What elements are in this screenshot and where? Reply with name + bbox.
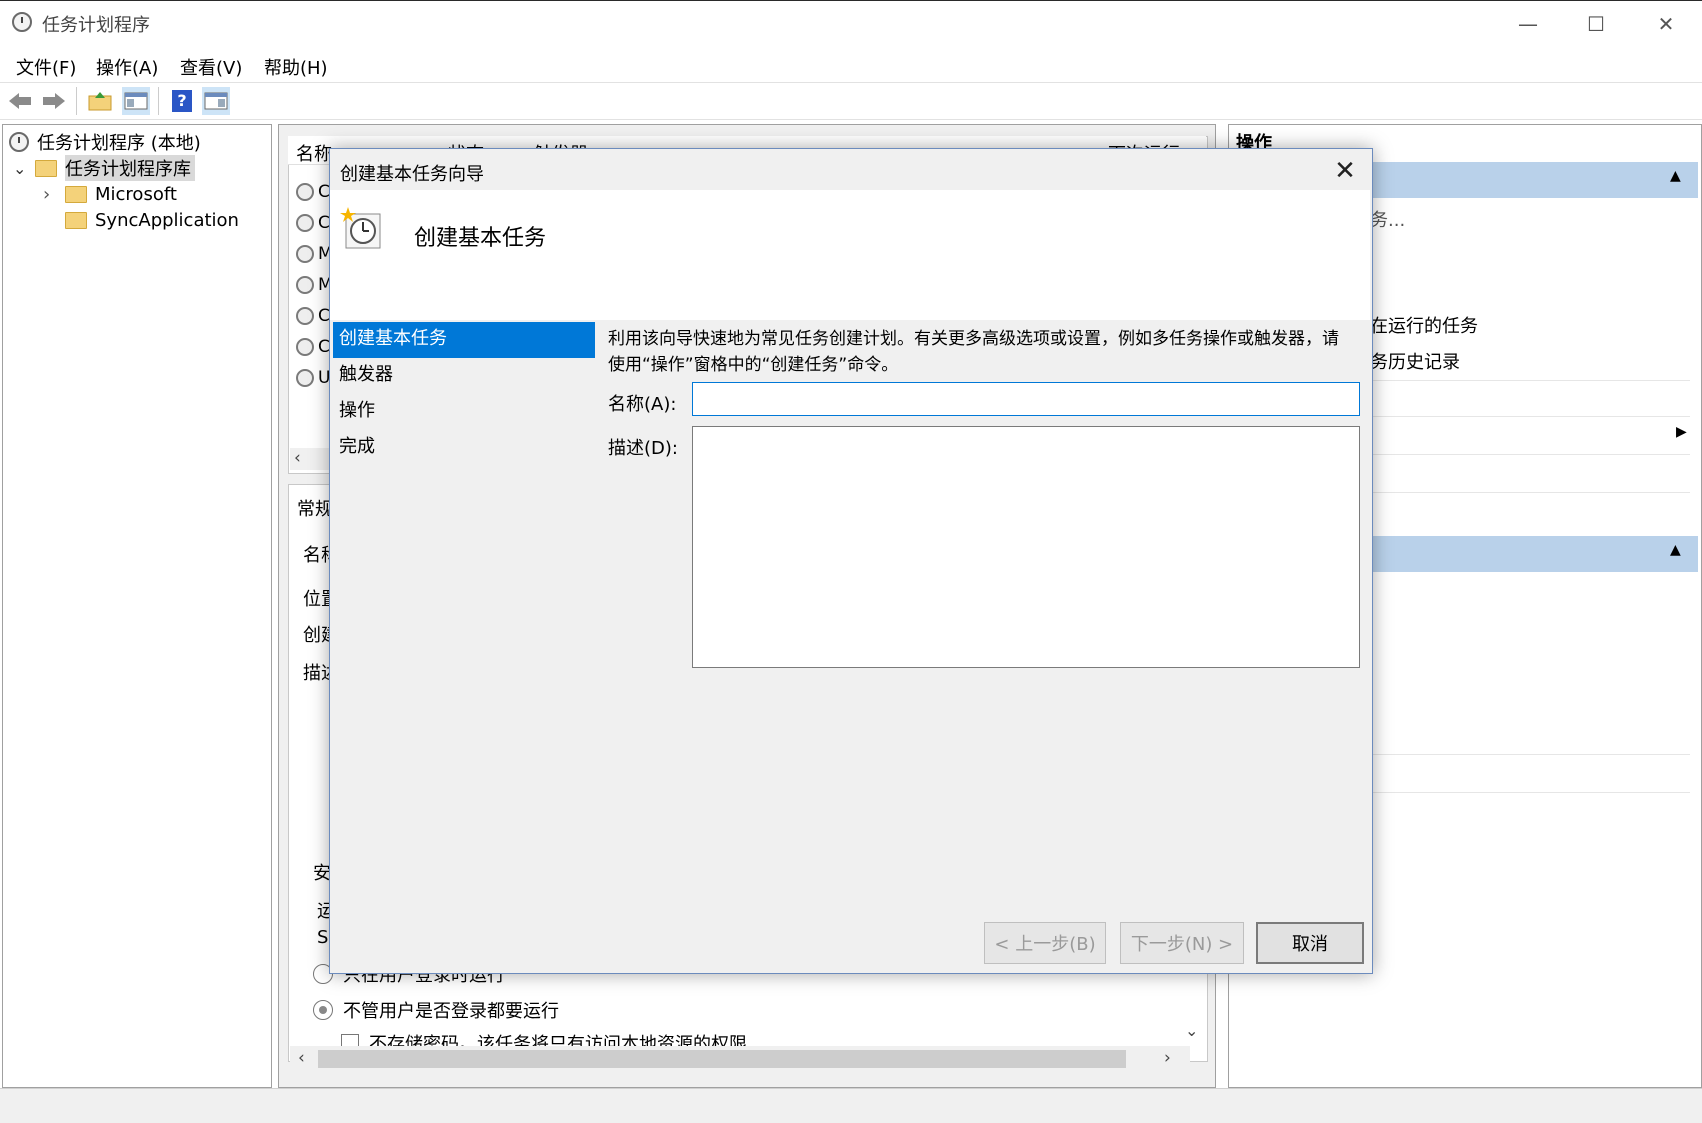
tree-item-syncapplication[interactable]: SyncApplication xyxy=(65,207,239,233)
divider xyxy=(1372,454,1690,455)
scroll-down-icon[interactable]: ⌄ xyxy=(1185,1021,1198,1040)
step-trigger[interactable]: 触发器 xyxy=(333,358,595,394)
toolbar-separator xyxy=(158,87,159,115)
app-clock-icon xyxy=(12,12,32,32)
name-label: 名称(A): xyxy=(608,394,677,415)
task-clock-icon xyxy=(296,337,314,356)
title-bar: 任务计划程序 — ☐ ✕ xyxy=(0,0,1702,47)
maximize-button[interactable]: ☐ xyxy=(1562,1,1630,47)
menu-help[interactable]: 帮助(H) xyxy=(264,54,328,80)
task-clock-icon xyxy=(296,213,314,232)
console-tree-panel: 任务计划程序 (本地) ⌄ 任务计划程序库 › Microsoft SyncAp… xyxy=(2,124,272,1088)
tree-library-label: 任务计划程序库 xyxy=(65,155,195,181)
tree-syncapplication-label: SyncApplication xyxy=(95,209,239,231)
toolbar: ? xyxy=(0,82,1702,120)
dialog-heading: 创建基本任务 xyxy=(414,226,547,251)
scroll-right-icon[interactable]: › xyxy=(1164,1048,1171,1068)
task-clock-icon xyxy=(296,244,314,263)
status-bar xyxy=(0,1088,1702,1123)
tree-item-root[interactable]: 任务计划程序 (本地) xyxy=(9,129,201,155)
dialog-close-button[interactable]: ✕ xyxy=(1330,156,1360,186)
scheduler-clock-icon xyxy=(9,132,29,152)
next-button[interactable]: 下一步(N) > xyxy=(1120,922,1244,964)
wizard-steps: 创建基本任务 触发器 操作 完成 xyxy=(333,322,595,466)
task-clock-icon xyxy=(296,182,314,201)
minimize-button[interactable]: — xyxy=(1494,1,1562,47)
action-task-history[interactable]: 务历史记录 xyxy=(1370,348,1460,374)
window-title: 任务计划程序 xyxy=(42,15,150,36)
action-create-task[interactable]: 务... xyxy=(1370,206,1405,232)
task-clock-icon xyxy=(296,368,314,387)
collapse-arrow-icon[interactable]: ▲ xyxy=(1670,542,1681,558)
scroll-left-icon[interactable]: ‹ xyxy=(290,448,301,468)
description-textarea[interactable] xyxy=(692,426,1360,668)
task-clock-icon xyxy=(296,275,314,294)
folder-icon xyxy=(65,211,87,229)
wizard-intro-text: 利用该向导快速地为常见任务创建计划。有关更多高级选项或设置，例如多任务操作或触发… xyxy=(608,329,1339,375)
divider xyxy=(1372,380,1690,381)
task-wizard-icon xyxy=(340,206,384,250)
divider xyxy=(1372,754,1690,755)
scroll-left-icon[interactable]: ‹ xyxy=(298,1048,305,1068)
back-arrow-icon[interactable] xyxy=(6,87,34,115)
step-action[interactable]: 操作 xyxy=(333,394,595,430)
folder-icon xyxy=(65,185,87,203)
step-finish[interactable]: 完成 xyxy=(333,430,595,466)
tree-item-microsoft[interactable]: › Microsoft xyxy=(43,181,177,207)
menu-bar: 文件(F) 操作(A) 查看(V) 帮助(H) xyxy=(0,46,1702,82)
divider xyxy=(1372,792,1690,793)
details-hscroll-thumb[interactable] xyxy=(318,1050,1126,1068)
menu-view[interactable]: 查看(V) xyxy=(180,54,242,80)
table-row[interactable]: C xyxy=(296,331,333,362)
tree-root-label: 任务计划程序 (本地) xyxy=(37,133,201,154)
divider xyxy=(1372,416,1690,417)
action-running-tasks[interactable]: 在运行的任务 xyxy=(1370,312,1478,338)
toolbar-separator xyxy=(76,87,77,115)
task-clock-icon xyxy=(296,306,314,325)
description-label: 描述(D): xyxy=(608,438,678,459)
expand-chevron-icon[interactable]: ⌄ xyxy=(13,159,35,178)
step-create-basic-task[interactable]: 创建基本任务 xyxy=(333,322,595,358)
submenu-arrow-icon[interactable]: ▶ xyxy=(1676,424,1687,440)
up-folder-icon[interactable] xyxy=(86,87,114,115)
table-row[interactable]: C xyxy=(296,300,333,331)
close-window-button[interactable]: ✕ xyxy=(1632,1,1700,47)
table-row[interactable]: U xyxy=(296,362,333,393)
divider xyxy=(1372,492,1690,493)
help-icon[interactable]: ? xyxy=(168,87,196,115)
library-folder-icon xyxy=(35,159,57,177)
tree-microsoft-label: Microsoft xyxy=(95,183,177,205)
table-row[interactable]: C xyxy=(296,207,333,238)
show-hide-action-pane-icon[interactable] xyxy=(202,87,230,115)
table-row[interactable]: M xyxy=(296,269,333,300)
cancel-button[interactable]: 取消 xyxy=(1256,922,1364,964)
task-rows: C C M M C C U xyxy=(296,176,333,393)
back-button[interactable]: < 上一步(B) xyxy=(984,922,1106,964)
show-hide-console-tree-icon[interactable] xyxy=(122,87,150,115)
forward-arrow-icon[interactable] xyxy=(40,87,68,115)
menu-action[interactable]: 操作(A) xyxy=(96,54,158,80)
col-name[interactable]: 名称 xyxy=(296,140,332,166)
radio-button-selected-icon xyxy=(313,1000,333,1020)
collapse-arrow-icon[interactable]: ▲ xyxy=(1670,168,1681,184)
dialog-header xyxy=(330,190,1370,320)
name-input[interactable] xyxy=(692,382,1360,416)
table-row[interactable]: C xyxy=(296,176,333,207)
dialog-title: 创建基本任务向导 xyxy=(340,164,484,185)
tab-general[interactable]: 常规 xyxy=(297,495,333,521)
collapsed-chevron-icon[interactable]: › xyxy=(43,184,65,205)
run-as-value: S xyxy=(317,927,329,948)
tree-item-library[interactable]: ⌄ 任务计划程序库 xyxy=(13,155,195,181)
table-row[interactable]: M xyxy=(296,238,333,269)
radio-run-always[interactable]: 不管用户是否登录都要运行 xyxy=(313,997,559,1023)
menu-file[interactable]: 文件(F) xyxy=(16,54,76,80)
task-list-hscroll[interactable]: ‹ xyxy=(290,448,330,470)
